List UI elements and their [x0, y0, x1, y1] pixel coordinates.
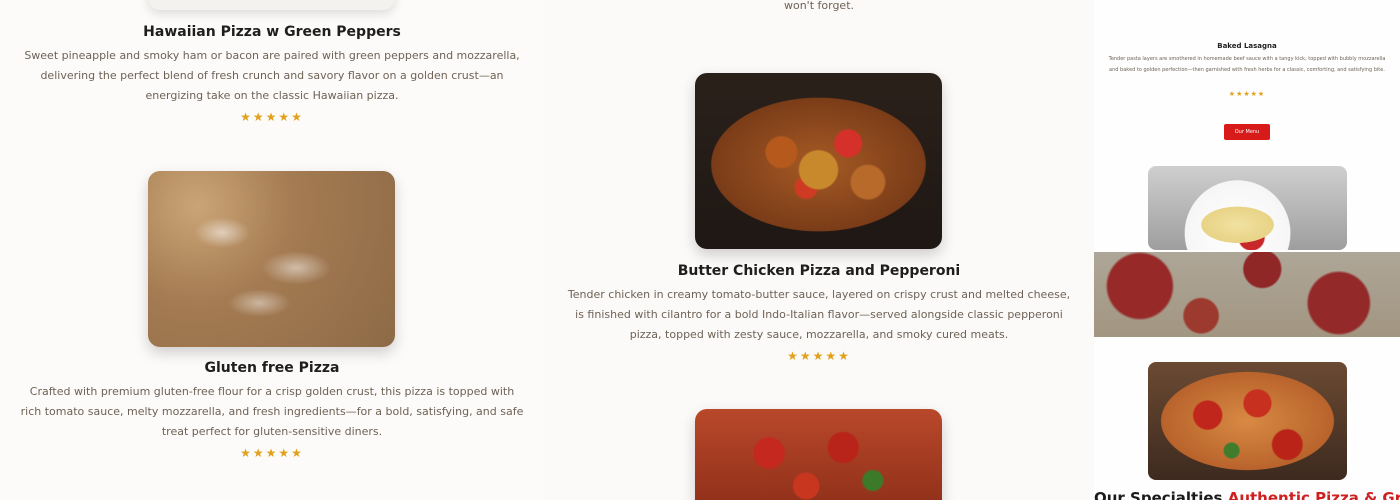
- preview-item-title: Baked Lasagna: [1217, 42, 1277, 50]
- rating-stars: ★★★★★: [240, 110, 304, 124]
- banner-overlay: [1094, 252, 1400, 337]
- pepperoni-pizza-image: [695, 409, 942, 500]
- page-preview-panel: Baked Lasagna Tender pasta layers are sm…: [1094, 0, 1400, 500]
- rating-stars: ★★★★★: [1228, 90, 1266, 98]
- pizza-banner-image: [1094, 252, 1400, 337]
- our-menu-button[interactable]: Our Menu: [1224, 124, 1270, 140]
- menu-column-left: Hawaiian Pizza w Green Peppers Sweet pin…: [0, 0, 544, 500]
- menu-item-description: Crafted with premium gluten-free flour f…: [20, 385, 524, 438]
- gluten-free-pizza-image: [148, 171, 395, 347]
- rating-stars: ★★★★★: [787, 349, 851, 363]
- menu-item-title: Butter Chicken Pizza and Pepperoni: [677, 263, 961, 279]
- menu-item-description: Tender chicken in creamy tomato-butter s…: [567, 288, 1071, 341]
- lasagna-image: [1148, 166, 1347, 250]
- specialties-heading: Our Specialties Authentic Pizza & Grill: [1094, 489, 1400, 500]
- heading-part-1: Our Specialties: [1094, 489, 1223, 500]
- heading-part-2: Authentic Pizza & Grill: [1227, 489, 1400, 500]
- menu-column-middle: won't forget. Butter Chicken Pizza and P…: [544, 0, 1094, 500]
- menu-item-title: Gluten free Pizza: [204, 360, 340, 376]
- menu-item-title: Hawaiian Pizza w Green Peppers: [143, 24, 401, 40]
- specialty-pizza-image: [1148, 362, 1347, 480]
- rating-stars: ★★★★★: [240, 446, 304, 460]
- menu-item-description-tail: won't forget.: [783, 0, 855, 12]
- hawaiian-pizza-image: [148, 0, 395, 10]
- preview-item-description: Tender pasta layers are smothered in hom…: [1108, 56, 1386, 73]
- butter-chicken-pizza-image: [695, 73, 942, 249]
- menu-item-description: Sweet pineapple and smoky ham or bacon a…: [24, 49, 520, 102]
